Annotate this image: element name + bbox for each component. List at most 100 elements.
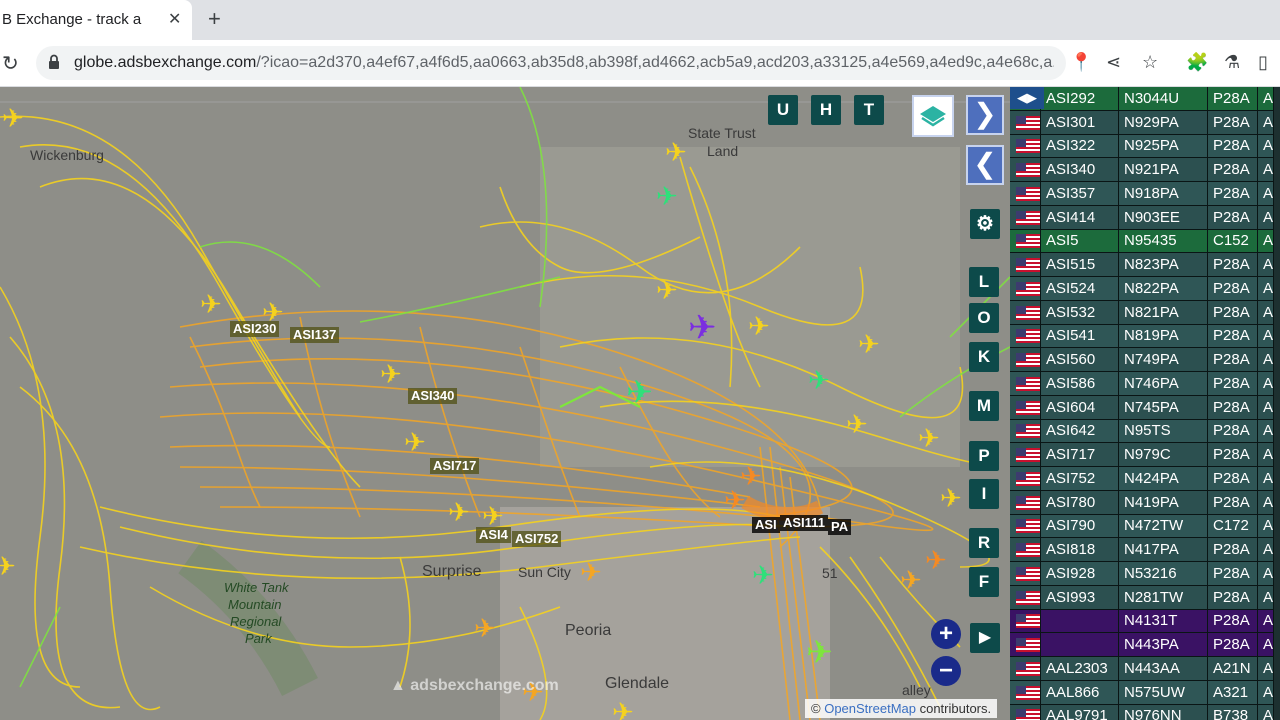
map-view[interactable]: Wickenburg State Trust Land Surprise Sun… xyxy=(0,87,1010,720)
settings-gear-icon[interactable]: ⚙ xyxy=(970,209,1000,239)
aircraft-icon[interactable]: ✈ xyxy=(0,553,16,579)
aircraft-icon[interactable]: ✈ xyxy=(656,183,678,209)
forward-arrow-button[interactable]: ❯ xyxy=(966,95,1004,135)
table-row[interactable]: ASI292 N3044U P28A A xyxy=(1010,87,1275,111)
truncated-cell: A xyxy=(1257,419,1275,444)
table-row[interactable]: ASI780 N419PA P28A A xyxy=(1010,490,1275,515)
aircraft-icon[interactable]: ✈ xyxy=(482,503,504,529)
h-toggle-button[interactable]: H xyxy=(811,95,841,125)
table-row[interactable]: AAL9791 N976NN B738 A xyxy=(1010,704,1275,720)
share-icon[interactable]: ⋖ xyxy=(1106,52,1121,73)
bookmark-star-icon[interactable]: ☆ xyxy=(1142,52,1158,73)
table-row[interactable]: ASI301 N929PA P28A A xyxy=(1010,110,1275,135)
table-row[interactable]: ASI993 N281TW P28A A xyxy=(1010,585,1275,610)
table-row[interactable]: ASI642 N95TS P28A A xyxy=(1010,419,1275,444)
aircraft-icon[interactable]: ✈ xyxy=(925,547,947,573)
callsign-cell: ASI292 xyxy=(1040,87,1119,111)
aircraft-icon[interactable]: ✈ xyxy=(448,499,470,525)
new-tab-button[interactable]: + xyxy=(208,6,221,32)
u-toggle-button[interactable]: U xyxy=(768,95,798,125)
aircraft-icon[interactable]: ✈ xyxy=(752,562,774,588)
table-row[interactable]: ASI541 N819PA P28A A xyxy=(1010,324,1275,349)
back-arrow-button[interactable]: ❮ xyxy=(966,145,1004,185)
aircraft-icon[interactable]: ✈ xyxy=(748,313,770,339)
aircraft-icon[interactable]: ✈ xyxy=(918,425,940,451)
o-toggle-button[interactable]: O xyxy=(969,303,999,333)
table-row[interactable]: ASI560 N749PA P28A A xyxy=(1010,347,1275,372)
t-toggle-button[interactable]: T xyxy=(854,95,884,125)
table-row[interactable]: ASI515 N823PA P28A A xyxy=(1010,252,1275,277)
map-layers-button[interactable] xyxy=(912,95,954,137)
address-bar[interactable]: globe.adsbexchange.com/?icao=a2d370,a4ef… xyxy=(36,46,1066,80)
aircraft-icon[interactable]: ✈ xyxy=(404,429,426,455)
aircraft-icon-selected[interactable]: ✈ xyxy=(688,311,717,345)
aircraft-label[interactable]: PA xyxy=(828,519,852,535)
openstreetmap-link[interactable]: OpenStreetMap xyxy=(824,701,916,716)
zoom-in-button[interactable]: + xyxy=(931,619,961,649)
lock-icon[interactable] xyxy=(48,54,60,70)
table-row[interactable]: ASI5 N95435 C152 A xyxy=(1010,229,1275,254)
aircraft-icon[interactable]: ✈ xyxy=(900,567,922,593)
zoom-out-button[interactable]: − xyxy=(931,656,961,686)
table-row[interactable]: ASI586 N746PA P28A A xyxy=(1010,371,1275,396)
aircraft-icon[interactable]: ✈ xyxy=(2,105,24,131)
f-toggle-button[interactable]: F xyxy=(969,567,999,597)
l-toggle-button[interactable]: L xyxy=(969,267,999,297)
aircraft-icon[interactable]: ✈ xyxy=(380,361,402,387)
reload-icon[interactable]: ↻ xyxy=(2,51,19,76)
aircraft-icon[interactable]: ✈ xyxy=(656,277,678,303)
browser-tab[interactable]: B Exchange - track a ✕ xyxy=(0,0,192,40)
callsign-cell: AAL2303 xyxy=(1040,656,1119,681)
aircraft-label[interactable]: ASI xyxy=(752,517,780,533)
aircraft-icon[interactable]: ✈ xyxy=(626,376,653,408)
aircraft-icon[interactable]: ✈ xyxy=(612,699,634,720)
table-row[interactable]: ASI818 N417PA P28A A xyxy=(1010,537,1275,562)
table-row[interactable]: ASI604 N745PA P28A A xyxy=(1010,395,1275,420)
extensions-puzzle-icon[interactable]: 🧩 xyxy=(1186,52,1208,73)
table-row[interactable]: ASI790 N472TW C172 A xyxy=(1010,514,1275,539)
aircraft-icon[interactable]: ✈ xyxy=(474,615,496,641)
replay-button[interactable]: ▶ xyxy=(970,623,1000,653)
resize-handle-icon[interactable]: ◀▶ xyxy=(1010,87,1044,109)
aircraft-icon[interactable]: ✈ xyxy=(858,331,880,357)
table-row[interactable]: ASI532 N821PA P28A A xyxy=(1010,300,1275,325)
aircraft-icon[interactable]: ✈ xyxy=(940,485,962,511)
aircraft-label[interactable]: ASI717 xyxy=(430,458,480,474)
close-tab-icon[interactable]: ✕ xyxy=(168,9,181,29)
aircraft-label[interactable]: ASI340 xyxy=(408,388,458,404)
aircraft-icon[interactable]: ✈ xyxy=(665,139,687,165)
side-panel-icon[interactable]: ▯ xyxy=(1258,52,1268,73)
aircraft-label[interactable]: ASI111 xyxy=(780,515,828,531)
table-row[interactable]: ASI717 N979C P28A A xyxy=(1010,442,1275,467)
k-toggle-button[interactable]: K xyxy=(969,342,999,372)
url-text[interactable]: globe.adsbexchange.com/?icao=a2d370,a4ef… xyxy=(74,54,1054,72)
table-row[interactable]: N4131T P28A A xyxy=(1010,609,1275,634)
table-row[interactable]: ASI524 N822PA P28A A xyxy=(1010,276,1275,301)
aircraft-icon[interactable]: ✈ xyxy=(808,367,830,393)
i-toggle-button[interactable]: I xyxy=(969,479,999,509)
aircraft-icon[interactable]: ✈ xyxy=(724,487,746,513)
table-row[interactable]: ASI357 N918PA P28A A xyxy=(1010,181,1275,206)
aircraft-icon[interactable]: ✈ xyxy=(200,291,222,317)
aircraft-icon[interactable]: ✈ xyxy=(846,411,868,437)
truncated-cell: A xyxy=(1257,371,1275,396)
location-pin-icon[interactable]: 📍 xyxy=(1070,52,1092,73)
aircraft-label[interactable]: ASI230 xyxy=(230,321,280,337)
m-toggle-button[interactable]: M xyxy=(969,391,999,421)
lab-flask-icon[interactable]: ⚗ xyxy=(1224,52,1240,73)
aircraft-label[interactable]: ASI752 xyxy=(512,531,562,547)
table-row[interactable]: ASI752 N424PA P28A A xyxy=(1010,466,1275,491)
table-row[interactable]: N443PA P28A A xyxy=(1010,632,1275,657)
table-row[interactable]: ASI928 N53216 P28A A xyxy=(1010,561,1275,586)
aircraft-icon[interactable]: ✈ xyxy=(806,636,833,668)
table-row[interactable]: AAL2303 N443AA A21N A xyxy=(1010,656,1275,681)
r-toggle-button[interactable]: R xyxy=(969,528,999,558)
table-row[interactable]: ASI414 N903EE P28A A xyxy=(1010,205,1275,230)
aircraft-label[interactable]: ASI137 xyxy=(290,327,340,343)
table-row[interactable]: ASI322 N925PA P28A A xyxy=(1010,134,1275,159)
aircraft-label[interactable]: ASI4 xyxy=(476,527,511,543)
table-row[interactable]: AAL866 N575UW A321 A xyxy=(1010,680,1275,705)
table-row[interactable]: ASI340 N921PA P28A A xyxy=(1010,157,1275,182)
p-toggle-button[interactable]: P xyxy=(969,441,999,471)
aircraft-icon[interactable]: ✈ xyxy=(580,559,602,585)
